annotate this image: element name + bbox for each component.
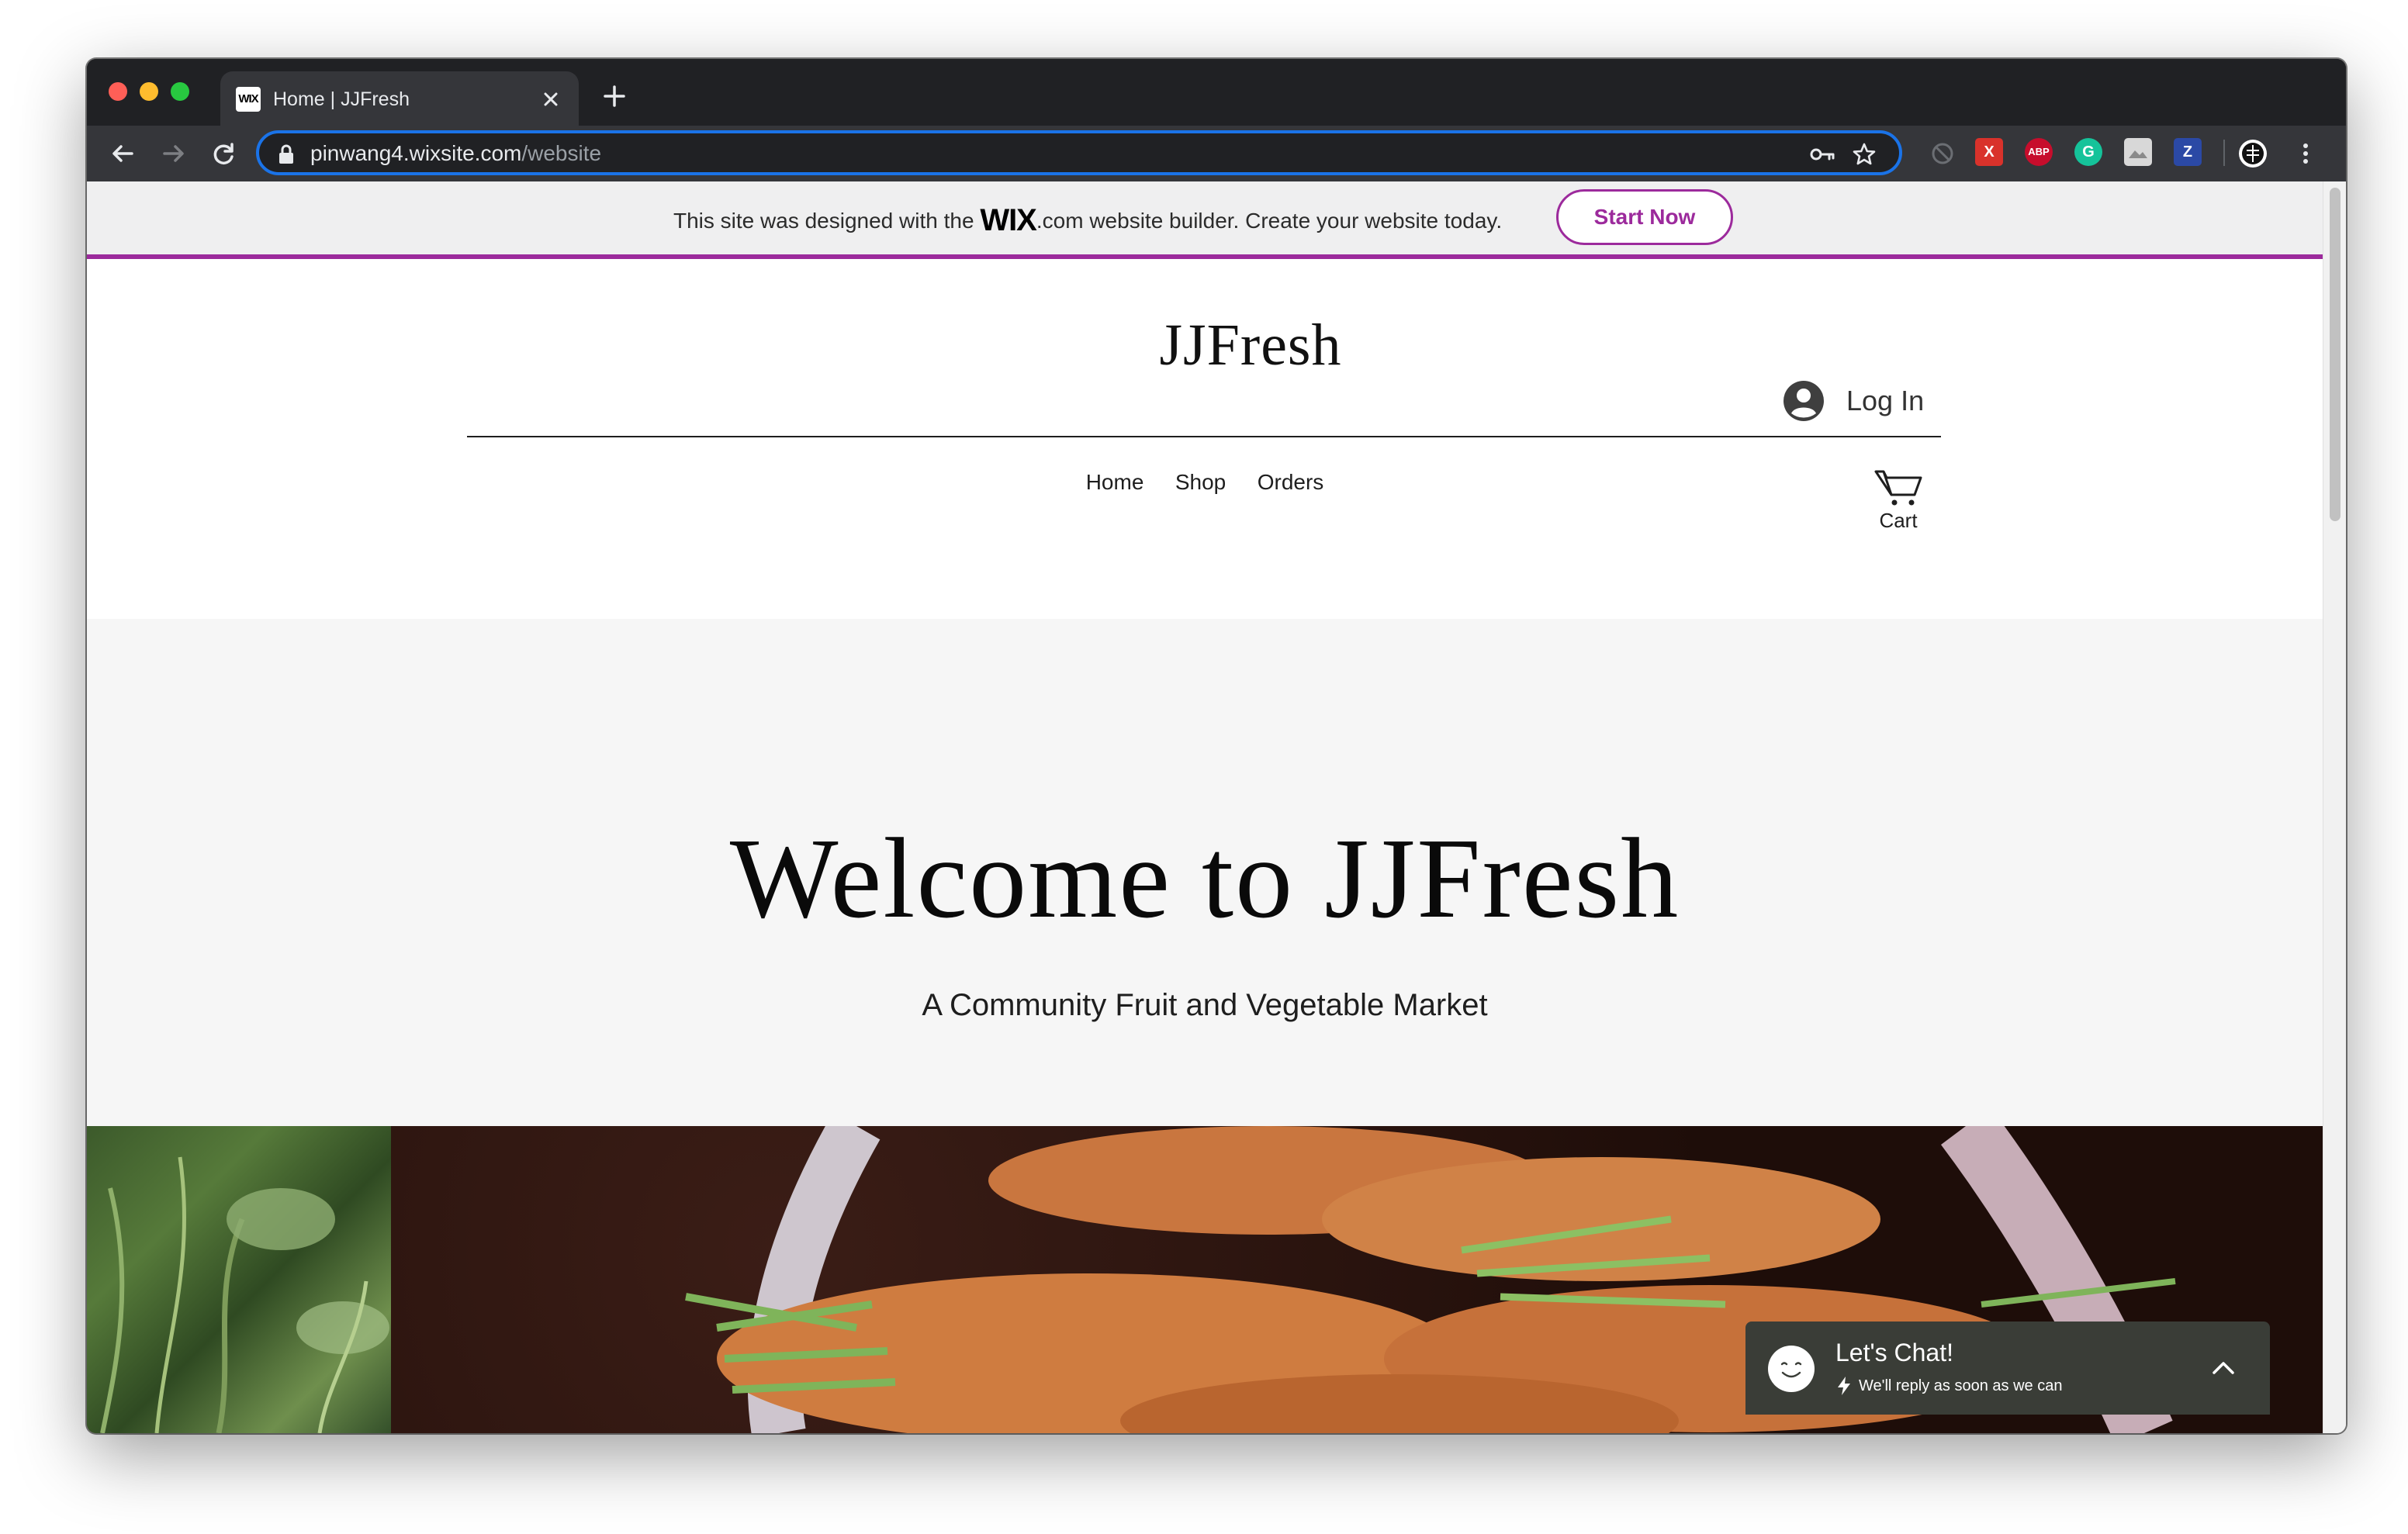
minimize-window-button[interactable]: [140, 82, 158, 101]
nav-orders[interactable]: Orders: [1258, 467, 1324, 498]
hero-title: Welcome to JJFresh: [729, 815, 1680, 942]
lock-icon: [279, 144, 293, 164]
back-arrow-icon[interactable]: [107, 138, 138, 169]
page-scrollbar[interactable]: [2323, 181, 2346, 1433]
user-avatar-icon: [1784, 381, 1824, 421]
url-host: pinwang4.wixsite.com: [310, 141, 522, 165]
disabled-extension-icon[interactable]: [1927, 138, 1958, 169]
lightning-bolt-icon: [1838, 1377, 1850, 1395]
nav-shop[interactable]: Shop: [1175, 467, 1226, 498]
new-tab-icon[interactable]: [599, 81, 630, 112]
close-window-button[interactable]: [109, 82, 127, 101]
hero-section: Welcome to JJFresh A Community Fruit and…: [87, 619, 2323, 1126]
tab-close-icon[interactable]: [537, 85, 565, 113]
tab-strip: WIX Home | JJFresh: [87, 59, 2346, 126]
page-viewport: This site was designed with the WIX.com …: [87, 181, 2346, 1433]
zoom-window-button[interactable]: [171, 82, 189, 101]
bookmark-star-icon[interactable]: [1851, 141, 1877, 168]
profile-avatar-icon[interactable]: [2237, 138, 2268, 169]
banner-text-after: website builder. Create your website tod…: [1083, 209, 1503, 233]
chat-subtitle: We'll reply as soon as we can: [1859, 1377, 2063, 1394]
url-text: pinwang4.wixsite.com/website: [310, 141, 601, 166]
shopping-cart-icon: [1874, 470, 1922, 506]
banner-text-before: This site was designed with the: [673, 209, 981, 233]
toolbar-divider: [2223, 140, 2225, 166]
hero-subtitle: A Community Fruit and Vegetable Market: [922, 988, 1488, 1022]
site-nav: Home Shop Orders: [87, 467, 2323, 498]
image-extension-icon[interactable]: [2124, 138, 2152, 166]
browser-window: WIX Home | JJFresh pinwang4.wixsite.com/…: [87, 59, 2346, 1433]
nav-home[interactable]: Home: [1086, 467, 1144, 498]
forward-arrow-icon[interactable]: [158, 138, 189, 169]
browser-toolbar: pinwang4.wixsite.com/website X ABP G Z: [87, 126, 2346, 181]
adblock-plus-icon[interactable]: ABP: [2025, 138, 2053, 166]
grammarly-icon[interactable]: G: [2074, 138, 2102, 166]
wix-favicon-icon: WIX: [236, 87, 261, 112]
scrollbar-thumb[interactable]: [2330, 188, 2341, 521]
site-header: JJFresh Log In Home Shop Orders Cart: [87, 264, 2323, 619]
x-extension-icon[interactable]: X: [1975, 138, 2003, 166]
log-in-button[interactable]: Log In: [1783, 380, 1938, 423]
site-logo[interactable]: JJFresh: [863, 312, 1638, 379]
url-path: /website: [521, 141, 602, 165]
banner-text: This site was designed with the WIX.com …: [673, 203, 1502, 238]
tab-home-jjfresh[interactable]: WIX Home | JJFresh: [220, 71, 579, 126]
password-key-icon[interactable]: [1809, 143, 1835, 166]
grass-photo: [87, 1126, 391, 1433]
address-bar[interactable]: pinwang4.wixsite.com/website: [256, 130, 1902, 175]
header-divider: [467, 436, 1941, 437]
cart-button[interactable]: Cart: [1863, 468, 1933, 538]
cart-label: Cart: [1879, 509, 1918, 532]
start-now-button[interactable]: Start Now: [1556, 189, 1733, 245]
chat-widget[interactable]: Let's Chat! We'll reply as soon as we ca…: [1745, 1322, 2270, 1415]
wix-dotcom: .com: [1036, 209, 1084, 233]
reload-icon[interactable]: [208, 138, 239, 169]
wix-logo: WIX: [980, 203, 1037, 237]
log-in-label: Log In: [1846, 385, 1925, 416]
chevron-up-icon[interactable]: [2208, 1353, 2239, 1384]
smiley-icon: [1768, 1346, 1815, 1392]
zotero-icon[interactable]: Z: [2174, 138, 2202, 166]
menu-dots-icon[interactable]: [2290, 138, 2321, 169]
tab-title: Home | JJFresh: [273, 88, 410, 110]
chat-title: Let's Chat!: [1835, 1339, 1953, 1366]
wix-promo-banner: This site was designed with the WIX.com …: [87, 181, 2323, 259]
